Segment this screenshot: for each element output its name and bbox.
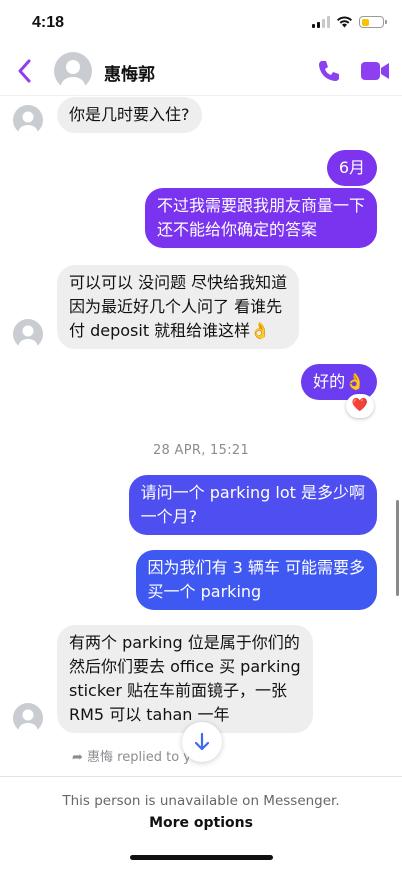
status-bar: 4:18 (0, 0, 402, 46)
contact-avatar-small (13, 703, 43, 733)
message-bubble-incoming[interactable]: 你是几时要入住? (57, 97, 202, 133)
message-text: 可以可以 没问题 尽快给我知道 因为最近好几个人问了 看谁先 付 deposit… (69, 273, 288, 340)
home-indicator[interactable] (130, 855, 273, 860)
back-chevron-icon[interactable] (14, 58, 36, 84)
more-options-link[interactable]: More options (0, 815, 402, 831)
message-text: 因为我们有 3 辆车 可能需要多 买一个 parking (147, 558, 365, 601)
chat-header: 惠悔郭 (0, 46, 402, 96)
wifi-icon (337, 16, 352, 28)
contact-name[interactable]: 惠悔郭 (104, 60, 155, 85)
reply-indicator: ➦ 惠悔 replied to y (72, 746, 191, 765)
arrow-down-icon (194, 732, 210, 751)
message-text: 6月 (338, 158, 365, 177)
message-bubble-incoming[interactable]: 可以可以 没问题 尽快给我知道 因为最近好几个人问了 看谁先 付 deposit… (57, 265, 300, 349)
message-bubble-outgoing[interactable]: 因为我们有 3 辆车 可能需要多 买一个 parking (135, 550, 377, 610)
message-text: 请问一个 parking lot 是多少啊 一个月? (140, 483, 365, 526)
signal-icon (312, 16, 330, 28)
message-bubble-outgoing[interactable]: 不过我需要跟我朋友商量一下 还不能给你确定的答案 (144, 188, 377, 248)
reply-text: 惠悔 replied to y (87, 750, 191, 765)
video-camera-icon[interactable] (360, 60, 390, 82)
message-text: 你是几时要入住? (69, 105, 190, 124)
contact-avatar-small (13, 319, 43, 349)
unavailable-notice: This person is unavailable on Messenger. (62, 793, 340, 809)
message-text: 好的👌 (313, 372, 365, 391)
message-text: 不过我需要跟我朋友商量一下 还不能给你确定的答案 (156, 196, 365, 239)
message-list[interactable]: 你是几时要入住? 6月 不过我需要跟我朋友商量一下 还不能给你确定的答案 可以可… (0, 96, 402, 776)
battery-icon (359, 16, 387, 28)
heart-reaction-badge[interactable]: ❤️ (346, 394, 374, 418)
status-icons (312, 16, 387, 28)
contact-avatar[interactable] (54, 52, 92, 90)
scrollbar[interactable] (396, 500, 399, 596)
reply-arrow-icon: ➦ (72, 750, 83, 765)
status-time: 4:18 (32, 14, 65, 31)
message-bubble-outgoing[interactable]: 6月 (326, 150, 377, 186)
message-bubble-outgoing[interactable]: 请问一个 parking lot 是多少啊 一个月? (128, 475, 377, 535)
timestamp-divider: 28 APR, 15:21 (152, 443, 250, 458)
scroll-to-bottom-button[interactable] (182, 722, 222, 762)
message-text: 有两个 parking 位是属于你们的 然后你们要去 office 买 park… (69, 633, 301, 724)
message-bubble-incoming[interactable]: 有两个 parking 位是属于你们的 然后你们要去 office 买 park… (57, 625, 313, 733)
phone-icon[interactable] (316, 58, 342, 84)
contact-avatar-small (13, 105, 43, 135)
